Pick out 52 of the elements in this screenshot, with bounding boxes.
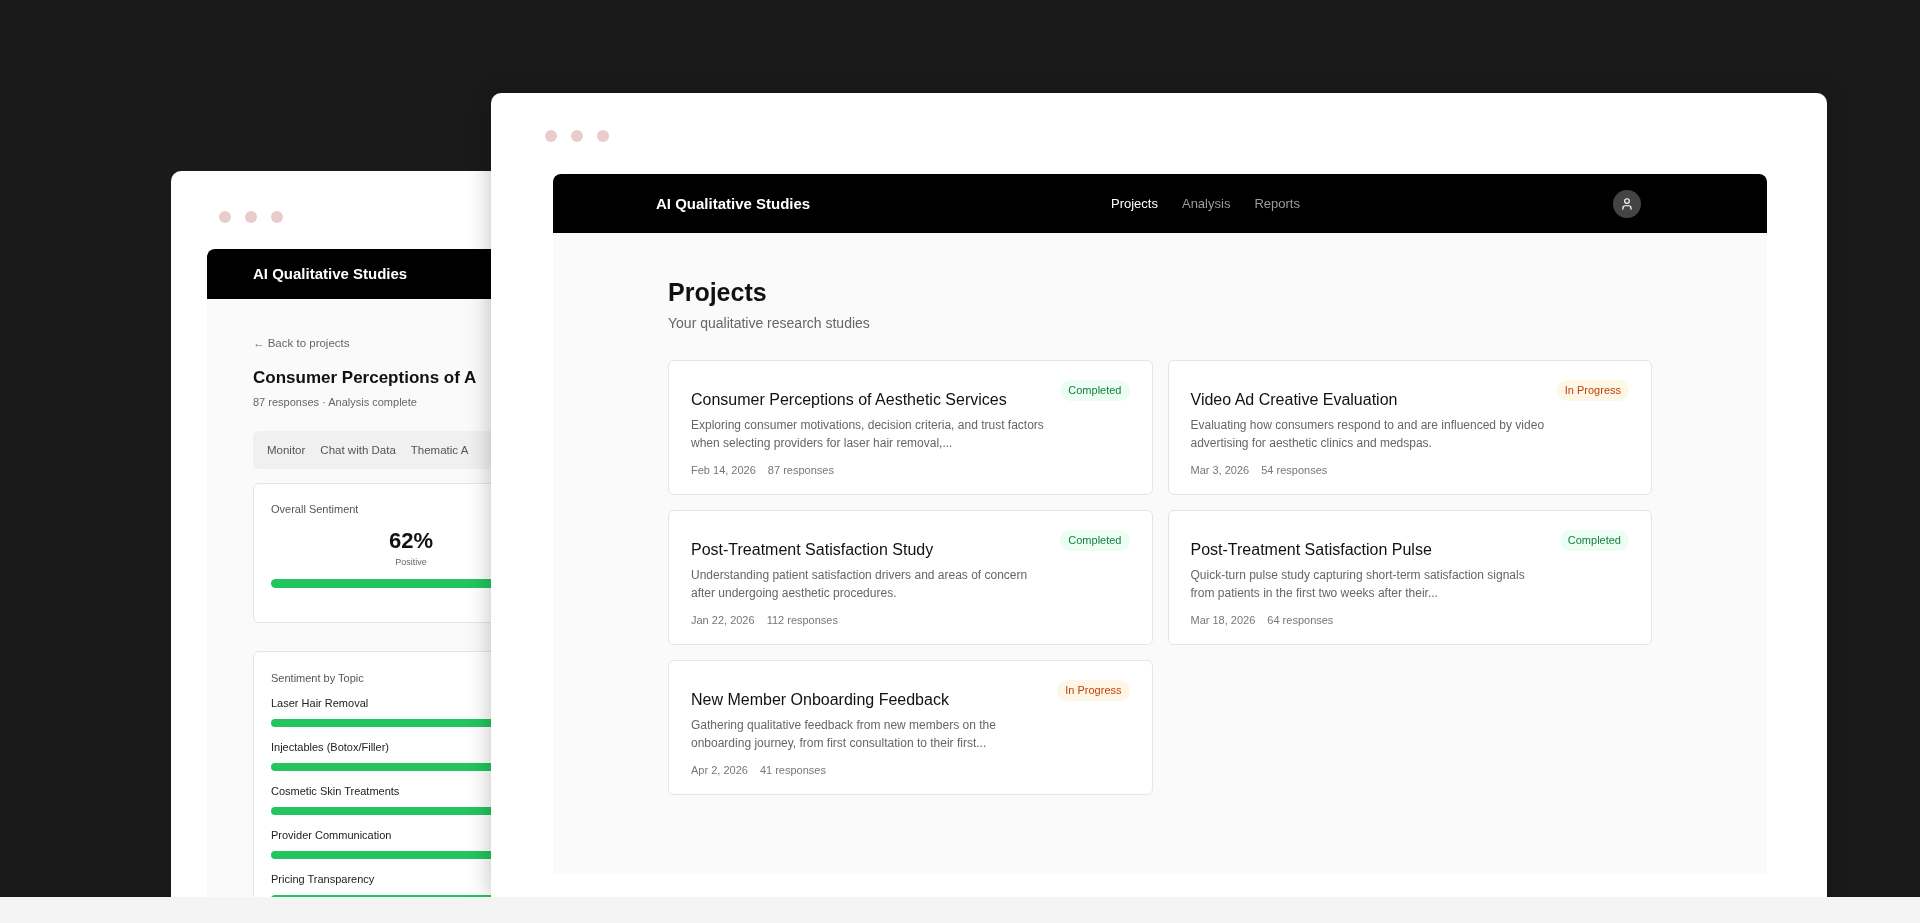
topic-label: Cosmetic Skin Treatments <box>271 784 401 798</box>
project-date: Jan 22, 2026 <box>691 613 755 628</box>
project-description: Exploring consumer motivations, decision criteria, and trust factors when selecting providers for laser hair removal,... <box>691 417 1045 452</box>
project-title: Post-Treatment Satisfaction Pulse <box>1190 540 1432 560</box>
response-count: 64 responses <box>1267 613 1334 628</box>
topic-label: Laser Hair Removal <box>271 696 370 710</box>
project-date: Mar 18, 2026 <box>1190 613 1256 628</box>
card-title: Sentiment by Topic <box>271 671 365 687</box>
topic-label: Pricing Transparency <box>271 872 376 886</box>
project-title: Post-Treatment Satisfaction Study <box>691 540 934 560</box>
project-description: Quick-turn pulse study capturing short-term satisfaction signals from patients in the first two weeks after their... <box>1190 567 1526 602</box>
project-description: Evaluating how consumers respond to and are influenced by video advertising for aesthetic clinics and medspas. <box>1190 417 1546 452</box>
project-title: Consumer Perceptions of Aesthetic Services <box>691 390 1007 410</box>
back-link[interactable]: ← Back to projects <box>253 335 491 353</box>
study-subtitle: 87 responses · Analysis complete <box>253 394 418 410</box>
sentiment-value: 62% <box>388 527 433 554</box>
response-count: 87 responses <box>767 463 834 478</box>
tab[interactable]: Chat with Data <box>320 441 396 459</box>
status-badge: In Progress <box>1556 380 1629 401</box>
status-badge: Completed <box>1060 530 1130 551</box>
study-title: Consumer Perceptions of A <box>253 367 478 390</box>
page-heading: Projects <box>668 277 768 307</box>
project-description: Gathering qualitative feedback from new members on the onboarding journey, from first consultation to their first... <box>691 717 997 752</box>
status-badge: In Progress <box>1057 680 1130 701</box>
tab[interactable]: Thematic A <box>410 441 469 459</box>
page-subheading: Your qualitative research studies <box>668 314 871 333</box>
sentiment-label: Positive <box>395 555 427 569</box>
project-card[interactable]: Consumer Perceptions of Aesthetic Services Completed Exploring consumer motivations, decision criteria, and trust factors when selecting providers for laser hair removal,... Feb 14, 2026 87 responses <box>668 360 1153 495</box>
status-badge: Completed <box>1060 380 1130 401</box>
topic-label: Provider Communication <box>271 828 393 842</box>
project-date: Mar 3, 2026 <box>1190 463 1250 478</box>
nav-link[interactable]: Reports <box>1254 193 1300 214</box>
card-title: Overall Sentiment <box>271 502 360 518</box>
response-count: 54 responses <box>1261 463 1328 478</box>
project-date: Apr 2, 2026 <box>691 763 748 778</box>
tab[interactable]: Monitor <box>267 441 306 459</box>
project-title: New Member Onboarding Feedback <box>691 690 949 710</box>
response-count: 112 responses <box>766 613 838 628</box>
project-card[interactable]: New Member Onboarding Feedback In Progress Gathering qualitative feedback from new members on the onboarding journey, from first consultation to their first... Apr 2, 2026 41 responses <box>668 660 1153 795</box>
app-title: AI Qualitative Studies <box>253 263 408 284</box>
project-description: Understanding patient satisfaction drivers and areas of concern after undergoing aesthetic procedures. <box>691 567 1029 602</box>
nav-link[interactable]: Analysis <box>1181 193 1231 214</box>
project-title: Video Ad Creative Evaluation <box>1190 390 1398 410</box>
project-card[interactable]: Post-Treatment Satisfaction Pulse Completed Quick-turn pulse study capturing short-term satisfaction signals from patients in the first two weeks after their... Mar 18, 2026 64 responses <box>1167 510 1652 645</box>
app-title: AI Qualitative Studies <box>656 194 811 212</box>
project-date: Feb 14, 2026 <box>691 463 756 478</box>
project-card[interactable]: Post-Treatment Satisfaction Study Completed Understanding patient satisfaction drivers and areas of concern after undergoing aesthetic procedures. Jan 22, 2026 112 responses <box>668 510 1153 645</box>
project-card[interactable]: Video Ad Creative Evaluation In Progress Evaluating how consumers respond to and are influenced by video advertising for aesthetic clinics and medspas. Mar 3, 2026 54 responses <box>1167 360 1652 495</box>
topic-label: Injectables (Botox/Filler) <box>271 740 390 754</box>
status-badge: Completed <box>1559 530 1629 551</box>
response-count: 41 responses <box>759 763 826 778</box>
nav-link[interactable]: Projects <box>1111 193 1158 214</box>
